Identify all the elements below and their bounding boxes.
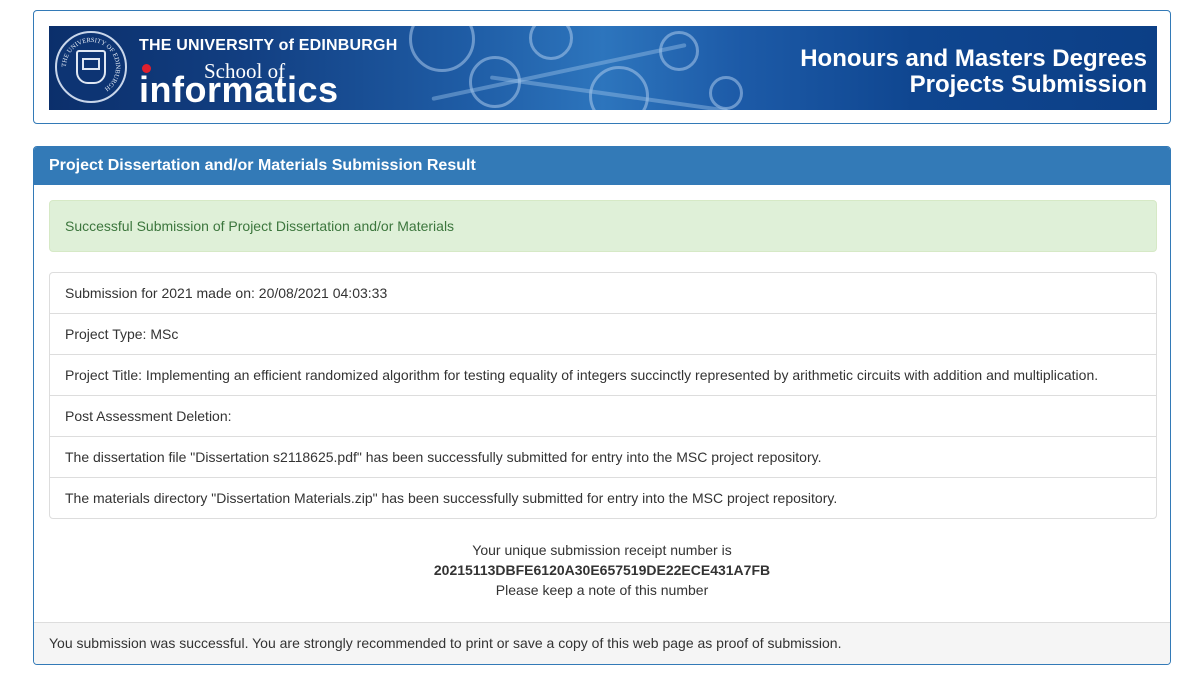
receipt-number: 20215113DBFE6120A30E657519DE22ECE431A7FB	[433, 562, 771, 578]
school-name: informatics	[139, 69, 339, 110]
submission-details-list: Submission for 2021 made on: 20/08/2021 …	[49, 272, 1157, 519]
receipt-intro: Your unique submission receipt number is	[472, 542, 732, 558]
panel-heading: Project Dissertation and/or Materials Su…	[34, 147, 1170, 185]
banner-decoration	[709, 76, 743, 110]
banner-decoration	[589, 66, 649, 110]
list-item-materials-directory: The materials directory "Dissertation Ma…	[65, 490, 838, 506]
success-alert: Successful Submission of Project Dissert…	[49, 200, 1157, 252]
page-title: Honours and Masters Degrees Projects Sub…	[800, 46, 1147, 98]
page-title-line1: Honours and Masters Degrees	[800, 45, 1147, 72]
school-banner: THE UNIVERSITY OF EDINBURGH THE UNIVERSI…	[49, 26, 1157, 110]
list-item-submission-date: Submission for 2021 made on: 20/08/2021 …	[50, 273, 1156, 314]
seal-crest	[76, 50, 106, 84]
receipt-block: Your unique submission receipt number is…	[34, 540, 1170, 600]
list-item-post-assessment-deletion: Post Assessment Deletion:	[50, 396, 1156, 437]
header-panel: THE UNIVERSITY OF EDINBURGH THE UNIVERSI…	[33, 10, 1171, 124]
receipt-note: Please keep a note of this number	[495, 582, 709, 598]
submission-result-panel: Project Dissertation and/or Materials Su…	[33, 146, 1171, 665]
university-seal-icon: THE UNIVERSITY OF EDINBURGH	[55, 31, 127, 103]
list-item-project-type: Project Type: MSc	[50, 314, 1156, 355]
list-item-dissertation-file: The dissertation file "Dissertation s211…	[50, 437, 1156, 478]
list-item-project-title: Project Title: Implementing an efficient…	[50, 355, 1156, 396]
university-name: THE UNIVERSITY of EDINBURGH	[139, 37, 398, 54]
panel-footer: You submission was successful. You are s…	[34, 622, 1170, 664]
banner-decoration	[409, 26, 475, 72]
page-title-line2: Projects Submission	[909, 71, 1147, 98]
informatics-dot-icon	[142, 64, 151, 73]
banner-decoration	[529, 26, 573, 60]
